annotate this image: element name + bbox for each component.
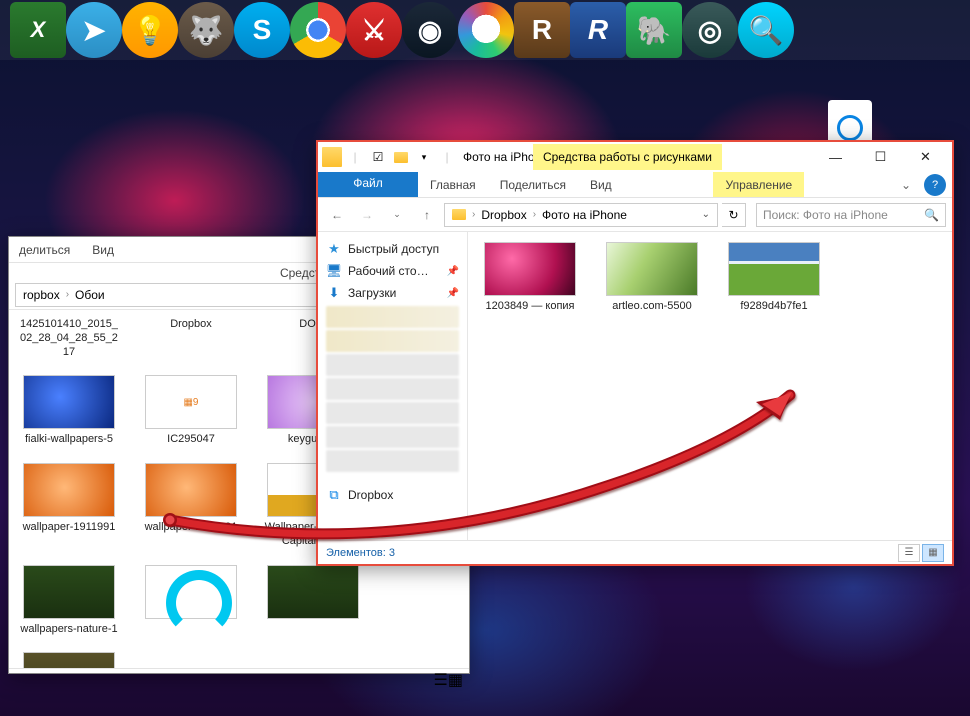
file-item[interactable] <box>263 565 363 637</box>
picture-tools-tab[interactable]: Средства работы с рисунками <box>533 144 722 170</box>
statusbar: Элементов: 3 ☰ ▦ <box>318 540 952 564</box>
folder-icon <box>452 209 466 220</box>
nav-up[interactable]: ↑ <box>414 202 440 228</box>
sidebar-item-blurred[interactable] <box>326 330 459 352</box>
taskbar-dock: X ➤ 💡 🐺 S ⚔ ◉ R R 🐘 ◎ 🔍 <box>0 0 970 60</box>
explorer-window-iphone-photos[interactable]: | ☑ ▾ | Фото на iPhone Средства работы с… <box>316 140 954 566</box>
file-pane[interactable]: 1203849 — копия artleo.com-5500 f9289d4b… <box>468 232 952 540</box>
qat-props[interactable]: ☑ <box>368 147 388 167</box>
sidebar-desktop[interactable]: 🖥Рабочий сто…📌 <box>318 260 467 282</box>
dock-telegram[interactable]: ➤ <box>66 2 122 58</box>
view-icons[interactable]: ▦ <box>448 672 463 689</box>
thumbnail: ▦9 <box>145 375 237 429</box>
tab-share[interactable]: делиться <box>19 243 70 257</box>
address-bar[interactable]: › Dropbox › Фото на iPhone ⌄ <box>444 203 718 227</box>
sidebar-item-blurred[interactable] <box>326 378 459 400</box>
thumbnail <box>145 463 237 517</box>
thumbnail <box>23 652 115 668</box>
view-details[interactable]: ☰ <box>434 672 448 689</box>
pin-icon: 📌 <box>447 266 459 277</box>
thumbnail <box>145 565 237 619</box>
file-item[interactable]: 1425101410_2015_02_28_04_28_55_217 <box>19 318 119 359</box>
file-item[interactable]: wallpaper-1911991 <box>19 463 119 549</box>
thumbnail <box>267 565 359 619</box>
nav-forward[interactable]: → <box>354 202 380 228</box>
desktop-icon: 🖥 <box>326 263 342 279</box>
dock-evernote[interactable]: 🐘 <box>626 2 682 58</box>
dropbox-icon: ⧉ <box>326 487 342 503</box>
sidebar-item-blurred[interactable] <box>326 450 459 472</box>
navbar: ← → ⌄ ↑ › Dropbox › Фото на iPhone ⌄ ↻ П… <box>318 198 952 232</box>
tab-share[interactable]: Поделиться <box>488 172 578 197</box>
dock-revo[interactable]: R <box>514 2 570 58</box>
file-item[interactable]: fialki-wallpapers-5 <box>19 375 119 447</box>
statusbar-back: ☰▦ <box>9 668 469 690</box>
maximize-button[interactable]: ☐ <box>858 142 903 172</box>
thumbnail <box>606 242 698 296</box>
dock-red-app[interactable]: ⚔ <box>346 2 402 58</box>
qat-dropdown[interactable]: ▾ <box>414 147 434 167</box>
breadcrumb-seg[interactable]: Фото на iPhone <box>538 208 631 222</box>
dock-search[interactable]: 🔍 <box>738 2 794 58</box>
thumbnail <box>23 565 115 619</box>
tab-home[interactable]: Главная <box>418 172 488 197</box>
dock-excel[interactable]: X <box>10 2 66 58</box>
view-details-button[interactable]: ☰ <box>898 544 920 562</box>
dock-revo-blue[interactable]: R <box>570 2 626 58</box>
nav-recent[interactable]: ⌄ <box>384 202 410 228</box>
sidebar-item-blurred[interactable] <box>326 426 459 448</box>
tab-manage[interactable]: Управление <box>713 172 804 197</box>
sidebar-downloads[interactable]: ⬇Загрузки📌 <box>318 282 467 304</box>
dock-paint[interactable] <box>458 2 514 58</box>
download-icon: ⬇ <box>326 285 342 301</box>
minimize-button[interactable]: — <box>813 142 858 172</box>
dock-chrome[interactable] <box>290 2 346 58</box>
file-item[interactable]: f9289d4b7fe1 <box>724 242 824 314</box>
file-item[interactable]: 1203849 — копия <box>480 242 580 314</box>
thumbnail <box>484 242 576 296</box>
sidebar-quick-access[interactable]: ★Быстрый доступ <box>318 238 467 260</box>
dock-lens[interactable]: ◎ <box>682 2 738 58</box>
item-count: Элементов: 3 <box>326 547 395 559</box>
file-item[interactable] <box>19 652 119 668</box>
qat-divider: | <box>345 147 365 167</box>
titlebar[interactable]: | ☑ ▾ | Фото на iPhone Средства работы с… <box>318 142 952 172</box>
file-item[interactable]: wallpaper-1911991 <box>141 463 241 549</box>
file-item[interactable]: wallpapers-nature-1 <box>19 565 119 637</box>
file-item[interactable] <box>141 565 241 637</box>
address-dropdown[interactable]: ⌄ <box>698 209 714 220</box>
close-button[interactable]: ✕ <box>903 142 948 172</box>
search-box[interactable]: Поиск: Фото на iPhone 🔍 <box>756 203 946 227</box>
breadcrumb-seg[interactable]: Dropbox <box>477 208 530 222</box>
ribbon: Файл Главная Поделиться Вид Управление ⌄… <box>318 172 952 198</box>
pin-icon: 📌 <box>447 288 459 299</box>
dock-steam[interactable]: ◉ <box>402 2 458 58</box>
sidebar-dropbox[interactable]: ⧉Dropbox <box>318 484 467 506</box>
sidebar-item-blurred[interactable] <box>326 306 459 328</box>
file-item[interactable]: artleo.com-5500 <box>602 242 702 314</box>
help-button[interactable]: ? <box>924 174 946 196</box>
sidebar-item-blurred[interactable] <box>326 402 459 424</box>
view-icons-button[interactable]: ▦ <box>922 544 944 562</box>
dock-skype[interactable]: S <box>234 2 290 58</box>
file-item[interactable]: ▦9IC295047 <box>141 375 241 447</box>
qat-new[interactable] <box>391 147 411 167</box>
refresh-button[interactable]: ↻ <box>722 203 746 227</box>
dock-bulb[interactable]: 💡 <box>122 2 178 58</box>
star-icon: ★ <box>326 241 342 257</box>
file-item[interactable]: Dropbox <box>141 318 241 359</box>
thumbnail <box>23 375 115 429</box>
dock-gimp[interactable]: 🐺 <box>178 2 234 58</box>
tab-view[interactable]: Вид <box>92 243 114 257</box>
nav-back[interactable]: ← <box>324 202 350 228</box>
tab-view[interactable]: Вид <box>578 172 624 197</box>
thumbnail <box>728 242 820 296</box>
sidebar-item-blurred[interactable] <box>326 354 459 376</box>
nav-sidebar[interactable]: ★Быстрый доступ 🖥Рабочий сто…📌 ⬇Загрузки… <box>318 232 468 540</box>
thumbnail <box>23 463 115 517</box>
ribbon-collapse[interactable]: ⌄ <box>894 172 918 197</box>
folder-icon <box>322 147 342 167</box>
tab-file[interactable]: Файл <box>318 172 418 197</box>
search-icon: 🔍 <box>924 208 939 222</box>
